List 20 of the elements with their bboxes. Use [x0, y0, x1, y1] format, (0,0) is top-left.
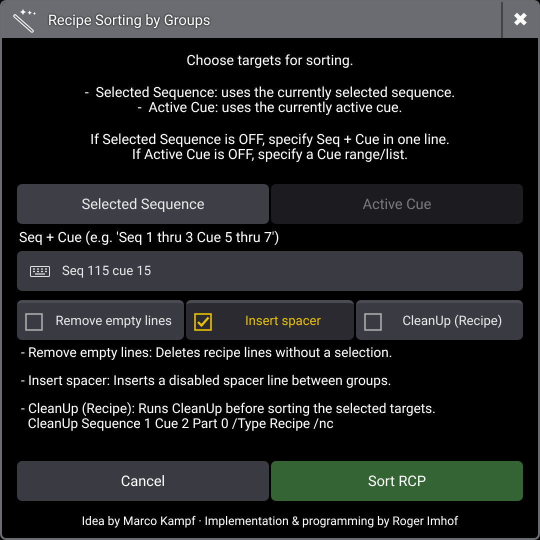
checkbox-option[interactable]: CleanUp (Recipe): [356, 300, 523, 340]
option-description: - CleanUp (Recipe): Runs CleanUp before sorting the selected targets.: [21, 402, 436, 417]
sort-button[interactable]: Sort RCP: [271, 461, 523, 501]
instruction-text: - Active Cue: uses the currently active cue.: [138, 101, 402, 116]
window-title: Recipe Sorting by Groups: [48, 12, 212, 28]
option-description: - Remove empty lines: Deletes recipe lines without a selection.: [21, 346, 392, 361]
checkbox-option[interactable]: Remove empty lines: [17, 300, 184, 340]
option-description: - Insert spacer: Inserts a disabled spacer line between groups.: [21, 374, 392, 389]
credits-text: Idea by Marco Kampf · Implementation & programming by Roger Imhof: [80, 514, 460, 528]
toggle-tab[interactable]: Selected Sequence: [17, 184, 269, 224]
field-label: Seq + Cue (e.g. 'Seq 1 thru 3 Cue 5 thru 7'): [19, 230, 280, 246]
instruction-text: If Selected Sequence is OFF, specify Seq + Cue in one line.: [90, 133, 450, 148]
instruction-text: If Active Cue is OFF, specify a Cue range/list.: [132, 148, 408, 163]
instruction-text: Choose targets for sorting.: [186, 54, 354, 69]
input-field[interactable]: Seq 115 cue 15: [17, 251, 523, 291]
option-description: CleanUp Sequence 1 Cue 2 Part 0 /Type Recipe /nc: [26, 417, 334, 432]
cancel-button[interactable]: Cancel: [17, 461, 269, 501]
instruction-text: - Selected Sequence: uses the currently selected sequence.: [84, 86, 456, 101]
toggle-tab[interactable]: Active Cue: [271, 184, 523, 224]
close-button[interactable]: ✖: [501, 2, 538, 38]
